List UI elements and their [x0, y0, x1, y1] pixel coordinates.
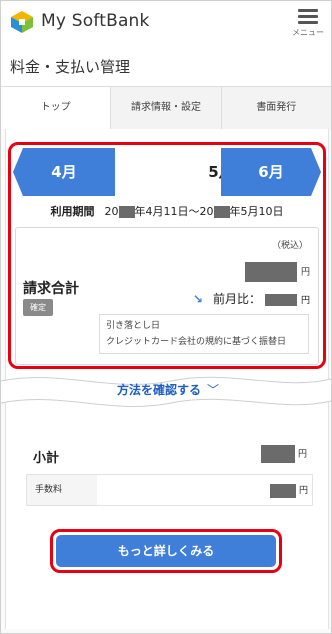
tab-document-issue[interactable]: 書面発行	[220, 87, 331, 130]
notice-title: 引き落とし日	[106, 321, 161, 331]
redacted-amount	[260, 445, 295, 463]
notice-body: クレジットカード会社の規約に基づく振替日	[106, 337, 287, 347]
redacted-diff	[264, 293, 297, 306]
yen-unit: 円	[300, 267, 310, 278]
period-from-prefix: 20	[104, 205, 119, 218]
period-to-suffix: 年5月10日	[229, 205, 284, 218]
tab-top[interactable]: トップ	[1, 87, 111, 130]
next-month-button[interactable]: 6月	[221, 148, 321, 196]
redacted-year	[118, 206, 135, 218]
yen-unit: 円	[300, 296, 310, 306]
hamburger-bar	[298, 15, 318, 18]
usage-period-label: 利用期間	[50, 205, 95, 218]
month-over-month: ↘ 前月比： 円	[193, 290, 310, 307]
subtotal-amount: 円	[260, 445, 307, 463]
next-month-label: 6月	[258, 163, 284, 181]
period-from-suffix: 年4月11日～20	[134, 205, 214, 218]
redacted-amount	[244, 262, 297, 282]
status-badge: 確定	[23, 299, 53, 316]
bill-total-title: 請求合計	[23, 281, 79, 297]
fee-amount: 円	[269, 483, 308, 498]
redacted-year	[213, 206, 230, 218]
bill-total-card: （税込） 円 請求合計 確定 ↘ 前月比： 円 引き落とし日 クレジットカード会社の…	[15, 227, 319, 365]
current-month: 5月	[115, 148, 234, 196]
total-amount: 円	[244, 262, 310, 282]
more-details-button[interactable]: もっと詳しくみる	[56, 535, 276, 567]
subtotal-title: 小計	[33, 451, 60, 466]
tab-bar: トップ 請求情報・設定 書面発行	[1, 86, 331, 130]
menu-button[interactable]: メニュー	[292, 7, 324, 41]
softbank-logo-icon	[11, 11, 33, 33]
hamburger-icon	[298, 9, 318, 12]
chevron-down-icon: ﹀	[207, 383, 220, 397]
fee-label: 手数料	[27, 475, 97, 505]
debit-date-notice: 引き落とし日 クレジットカード会社の規約に基づく振替日	[99, 314, 309, 354]
yen-unit: 円	[298, 486, 308, 496]
yen-unit: 円	[297, 449, 307, 460]
diff-label: 前月比：	[212, 292, 261, 306]
details-button-highlight: もっと詳しくみる	[50, 529, 282, 573]
usage-period: 利用期間 20 年4月11日～20 年5月10日	[11, 203, 323, 219]
down-arrow-icon: ↘	[192, 292, 203, 306]
app-frame: My SoftBank メニュー 料金・支払い管理 トップ 請求情報・設定 書面…	[0, 0, 332, 634]
brand-name: My SoftBank	[41, 11, 150, 31]
page-title: 料金・支払い管理	[10, 58, 131, 76]
month-selector: 4月 5月 6月	[13, 148, 321, 196]
prev-month-label: 4月	[51, 163, 77, 181]
tax-note: （税込）	[271, 241, 308, 251]
payment-link-text: 方法を確認する	[117, 383, 202, 397]
hamburger-bar	[298, 21, 318, 24]
header: My SoftBank メニュー	[1, 1, 331, 45]
payment-method-link[interactable]: 方法を確認する ﹀	[117, 381, 219, 398]
billing-summary-highlight: 4月 5月 6月 利用期間 20 年4月11日～20 年5月10日 （税込） 円 請求…	[8, 142, 326, 369]
redacted-amount	[269, 483, 296, 498]
prev-month-button[interactable]: 4月	[13, 148, 115, 196]
menu-label: メニュー	[292, 28, 324, 37]
fee-row: 手数料 円	[26, 474, 313, 506]
tab-billing-info[interactable]: 請求情報・設定	[110, 87, 221, 130]
